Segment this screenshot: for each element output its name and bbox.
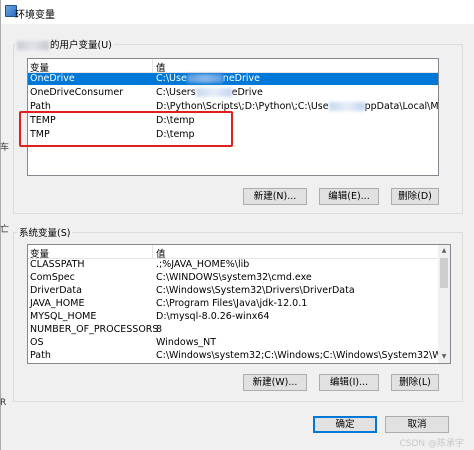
- system-row-mysql-home[interactable]: MYSQL_HOME D:\mysql-8.0.26-winx64: [28, 311, 438, 323]
- user-delete-button[interactable]: 删除(D): [391, 188, 439, 205]
- user-header-value[interactable]: 值: [156, 60, 166, 74]
- system-row-driverdata[interactable]: DriverData C:\Windows\System32\Drivers\Dr…: [28, 285, 438, 297]
- scrollbar-thumb[interactable]: [440, 258, 448, 288]
- system-new-button[interactable]: 新建(W)...: [243, 374, 307, 391]
- user-list-header: 变量 值: [28, 59, 438, 74]
- system-header-name[interactable]: 变量: [30, 246, 49, 260]
- user-edit-button[interactable]: 编辑(E)...: [319, 188, 379, 205]
- system-row-comspec[interactable]: ComSpec C:\WINDOWS\system32\cmd.exe: [28, 272, 438, 284]
- system-list-header: 变量 值: [28, 245, 450, 260]
- system-row-os[interactable]: OS Windows_NT: [28, 337, 438, 349]
- user-new-button[interactable]: 新建(N)...: [243, 188, 307, 205]
- system-row-java-home[interactable]: JAVA_HOME C:\Program Files\Java\jdk-12.0.…: [28, 298, 438, 310]
- system-header-value[interactable]: 值: [156, 246, 166, 260]
- scroll-up-arrow-icon[interactable]: ▲: [439, 246, 449, 256]
- system-variables-list[interactable]: 变量 值 CLASSPATH .;%JAVA_HOME%\lib ComSpec C…: [27, 244, 451, 364]
- system-row-path[interactable]: Path C:\Windows\system32;C:\Windows;C:\Wi…: [28, 350, 450, 362]
- left-edge-char-2: 亡: [0, 225, 10, 235]
- csdn-watermark: CSDN @陈承宇: [399, 439, 464, 449]
- system-edit-button[interactable]: 编辑(I)...: [319, 374, 379, 391]
- user-row-onedrive[interactable]: OneDrive C:\Use neDrive: [28, 73, 438, 85]
- system-list-scrollbar[interactable]: ▲ ▼: [438, 245, 450, 363]
- redacted-username: [17, 41, 49, 50]
- highlight-annotation-box: [19, 111, 233, 147]
- ok-button[interactable]: 确定: [313, 416, 377, 433]
- cancel-button[interactable]: 取消: [385, 416, 449, 433]
- system-variables-label: 系统变量(S): [17, 225, 73, 239]
- system-delete-button[interactable]: 删除(L): [391, 374, 439, 391]
- left-edge-char-3: R: [0, 398, 7, 408]
- user-variables-label: 的用户变量(U): [15, 37, 114, 51]
- system-row-classpath[interactable]: CLASSPATH .;%JAVA_HOME%\lib: [28, 259, 438, 271]
- left-edge-char-1: 车: [0, 143, 10, 153]
- user-row-onedriveconsumer[interactable]: OneDriveConsumer C:\Users eDrive: [28, 87, 438, 99]
- environment-variables-dialog: 环境变量 的用户变量(U) 变量 值 OneDrive C:\Use neDriv…: [0, 0, 474, 450]
- window-title: 环境变量: [15, 10, 55, 21]
- scroll-down-arrow-icon[interactable]: ▼: [439, 352, 449, 362]
- user-header-name[interactable]: 变量: [30, 60, 49, 74]
- title-bar: 环境变量: [1, 0, 474, 24]
- system-row-number-of-processors[interactable]: NUMBER_OF_PROCESSORS 8: [28, 324, 438, 336]
